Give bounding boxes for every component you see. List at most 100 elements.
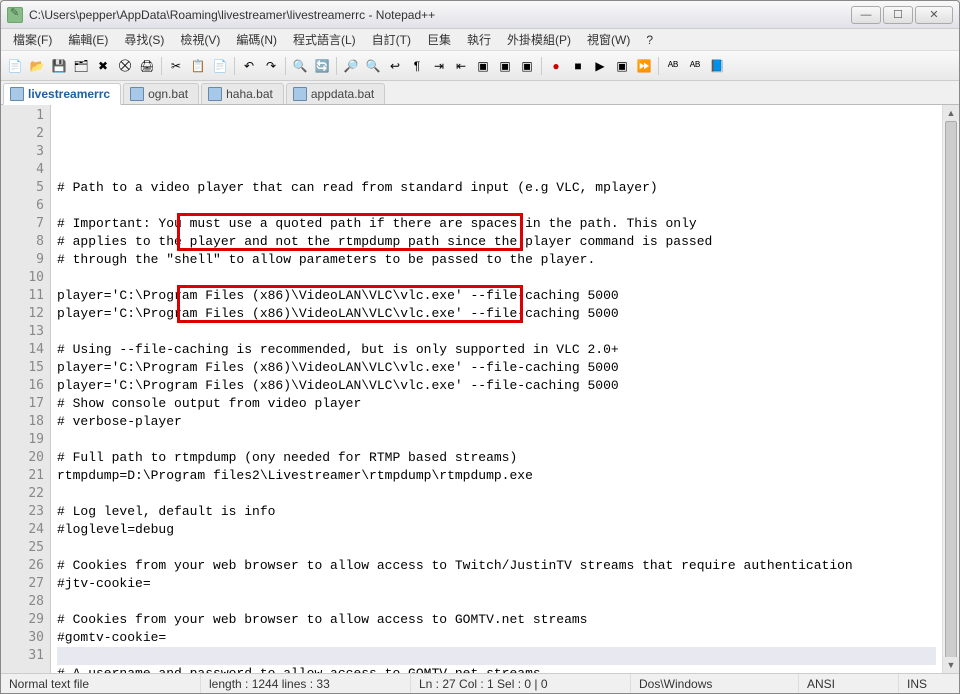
open-button[interactable]: 📂 <box>27 56 47 76</box>
titlebar[interactable]: C:\Users\pepper\AppData\Roaming\livestre… <box>1 1 959 29</box>
menu-編輯e[interactable]: 編輯(E) <box>60 29 116 50</box>
menu-程式語言l[interactable]: 程式語言(L) <box>285 29 364 50</box>
replace-button[interactable]: 🔄 <box>312 56 332 76</box>
code-line[interactable] <box>57 323 936 341</box>
redo-button[interactable]: ↷ <box>261 56 281 76</box>
line-number: 24 <box>1 521 44 539</box>
line-number: 11 <box>1 287 44 305</box>
code-line[interactable]: # Cookies from your web browser to allow… <box>57 557 936 575</box>
spell-button[interactable]: ᴬᴮ <box>663 56 683 76</box>
menu-視窗w[interactable]: 視窗(W) <box>579 29 638 50</box>
code-line[interactable]: # applies to the player and not the rtmp… <box>57 233 936 251</box>
scroll-up-icon[interactable]: ▲ <box>943 105 959 121</box>
statusbar: Normal text file length : 1244 lines : 3… <box>1 673 959 693</box>
scroll-thumb[interactable] <box>945 121 957 661</box>
code-line[interactable]: player='C:\Program Files (x86)\VideoLAN\… <box>57 305 936 323</box>
zoomin-button[interactable]: 🔎 <box>341 56 361 76</box>
code-line[interactable]: rtmpdump=D:\Program files2\Livestreamer\… <box>57 467 936 485</box>
code-line[interactable] <box>57 269 936 287</box>
code-line[interactable]: # Log level, default is info <box>57 503 936 521</box>
save-button[interactable]: 💾 <box>49 56 69 76</box>
zoomout-button[interactable]: 🔍 <box>363 56 383 76</box>
tab-livestreamerrc[interactable]: livestreamerrc <box>3 83 121 105</box>
file-icon <box>293 87 307 101</box>
code-line[interactable] <box>57 647 936 665</box>
code-line[interactable]: player='C:\Program Files (x86)\VideoLAN\… <box>57 359 936 377</box>
new-button[interactable]: 📄 <box>5 56 25 76</box>
code-line[interactable]: # Important: You must use a quoted path … <box>57 215 936 233</box>
code-line[interactable]: #gomtv-cookie= <box>57 629 936 647</box>
code-line[interactable]: # Cookies from your web browser to allow… <box>57 611 936 629</box>
code-editor[interactable]: # Path to a video player that can read f… <box>51 105 942 673</box>
play-button[interactable]: ▶ <box>590 56 610 76</box>
undo-button[interactable]: ↶ <box>239 56 259 76</box>
menu-外掛模組p[interactable]: 外掛模組(P) <box>499 29 579 50</box>
play-icon: ▶ <box>595 59 604 73</box>
menu-執行[interactable]: 執行 <box>459 29 499 50</box>
fold-button[interactable]: ▣ <box>473 56 493 76</box>
file-icon <box>10 87 24 101</box>
saveall-button[interactable]: 🗂 <box>71 56 91 76</box>
line-number: 23 <box>1 503 44 521</box>
tab-appdatabat[interactable]: appdata.bat <box>286 83 385 104</box>
code-line[interactable]: # Using --file-caching is recommended, b… <box>57 341 936 359</box>
doc-button[interactable]: 📘 <box>707 56 727 76</box>
file-icon <box>208 87 222 101</box>
copy-button[interactable]: 📋 <box>188 56 208 76</box>
close-button[interactable]: ✕ <box>915 6 953 24</box>
find-button[interactable]: 🔍 <box>290 56 310 76</box>
replace-icon: 🔄 <box>315 59 330 73</box>
code-line[interactable] <box>57 485 936 503</box>
chars-button[interactable]: ¶ <box>407 56 427 76</box>
code-line[interactable]: #loglevel=debug <box>57 521 936 539</box>
tab-ognbat[interactable]: ogn.bat <box>123 83 199 104</box>
paste-button[interactable]: 📄 <box>210 56 230 76</box>
fold-button[interactable]: ▣ <box>517 56 537 76</box>
vertical-scrollbar[interactable]: ▲ ▼ <box>942 105 959 673</box>
scroll-down-icon[interactable]: ▼ <box>943 657 959 673</box>
menu-檢視v[interactable]: 檢視(V) <box>172 29 228 50</box>
tab-hahabat[interactable]: haha.bat <box>201 83 284 104</box>
code-line[interactable]: #jtv-cookie= <box>57 575 936 593</box>
tab-label: livestreamerrc <box>28 87 110 101</box>
code-line[interactable]: # Show console output from video player <box>57 395 936 413</box>
code-line[interactable] <box>57 593 936 611</box>
playrec-icon: ▣ <box>616 59 627 73</box>
rec-button[interactable]: ● <box>546 56 566 76</box>
code-line[interactable] <box>57 431 936 449</box>
code-line[interactable]: # through the "shell" to allow parameter… <box>57 251 936 269</box>
status-eol: Dos\Windows <box>631 674 799 693</box>
fold-button[interactable]: ▣ <box>495 56 515 76</box>
cut-button[interactable]: ✂ <box>166 56 186 76</box>
line-number: 21 <box>1 467 44 485</box>
code-line[interactable] <box>57 539 936 557</box>
menu-自訂t[interactable]: 自訂(T) <box>364 29 419 50</box>
print-button[interactable]: 🖨 <box>137 56 157 76</box>
indent-button[interactable]: ⇥ <box>429 56 449 76</box>
status-filetype: Normal text file <box>1 674 201 693</box>
menu-?[interactable]: ? <box>638 31 661 49</box>
closeall-button[interactable]: ⛒ <box>115 56 135 76</box>
fast-button[interactable]: ⏩ <box>634 56 654 76</box>
code-line[interactable] <box>57 197 936 215</box>
wrap-button[interactable]: ↩ <box>385 56 405 76</box>
redo-icon: ↷ <box>266 59 276 73</box>
code-line[interactable]: # verbose-player <box>57 413 936 431</box>
menu-尋找s[interactable]: 尋找(S) <box>116 29 172 50</box>
outdent-button[interactable]: ⇤ <box>451 56 471 76</box>
code-line[interactable]: # Path to a video player that can read f… <box>57 179 936 197</box>
menu-巨集[interactable]: 巨集 <box>419 29 459 50</box>
menu-檔案f[interactable]: 檔案(F) <box>5 29 60 50</box>
maximize-button[interactable]: ☐ <box>883 6 913 24</box>
code-line[interactable]: player='C:\Program Files (x86)\VideoLAN\… <box>57 287 936 305</box>
fold-icon: ▣ <box>499 59 510 73</box>
stop-button[interactable]: ■ <box>568 56 588 76</box>
code-line[interactable]: # A username and password to allow acces… <box>57 665 936 673</box>
playrec-button[interactable]: ▣ <box>612 56 632 76</box>
minimize-button[interactable]: — <box>851 6 881 24</box>
menu-編碼n[interactable]: 編碼(N) <box>228 29 285 50</box>
spell-button[interactable]: ᴬᴮ <box>685 56 705 76</box>
code-line[interactable]: # Full path to rtmpdump (ony needed for … <box>57 449 936 467</box>
code-line[interactable]: player='C:\Program Files (x86)\VideoLAN\… <box>57 377 936 395</box>
close-button[interactable]: ✖ <box>93 56 113 76</box>
